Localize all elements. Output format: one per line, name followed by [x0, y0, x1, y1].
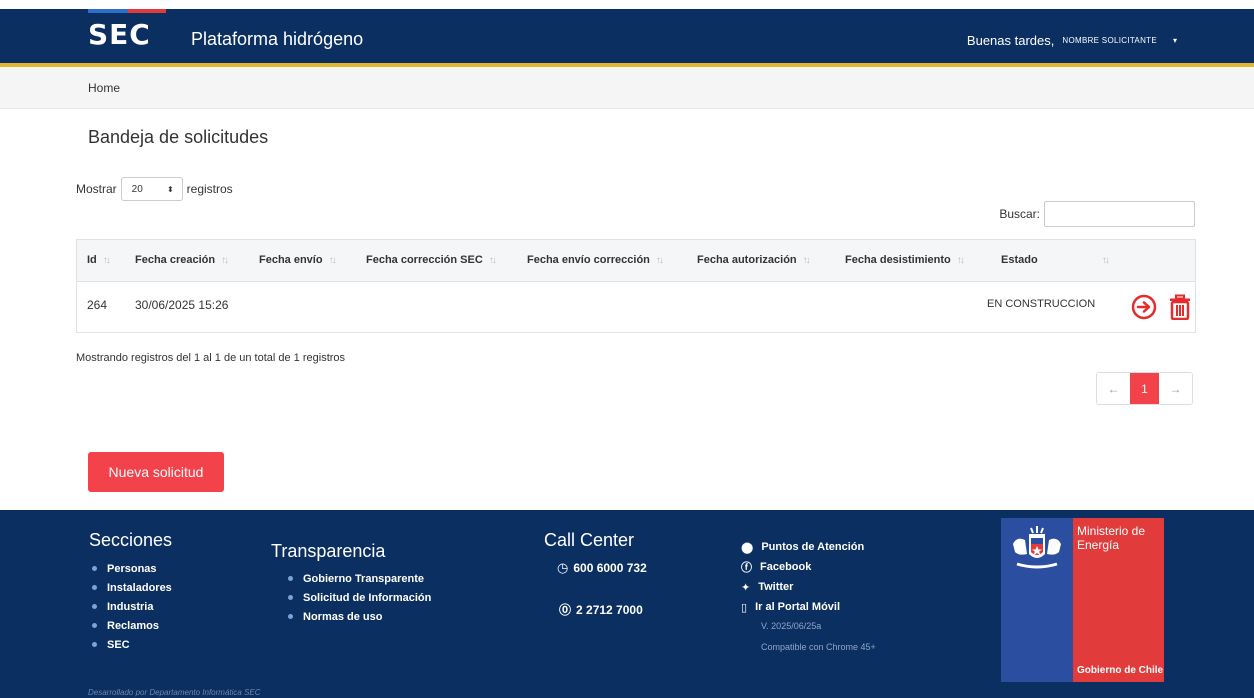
footer-link-portal-movil[interactable]: ▯ Ir al Portal Móvil	[741, 597, 864, 617]
caret-down-icon: ▾	[1172, 36, 1177, 45]
column-header-fecha-autorizacion[interactable]: Fecha autorización ↑↓	[697, 254, 811, 266]
footer-sections-list: Personas Instaladores Industria Reclamos…	[92, 559, 172, 654]
mobile-icon: ▯	[741, 601, 748, 614]
bullet-icon	[92, 604, 97, 609]
search-control: Buscar:	[999, 201, 1195, 227]
table-info: Mostrando registros del 1 al 1 de un tot…	[76, 352, 346, 364]
column-header-fecha-desistimiento[interactable]: Fecha desistimiento ↑↓	[845, 254, 965, 266]
sort-icon: ↑↓	[1101, 254, 1110, 266]
app-title: Plataforma hidrógeno	[191, 29, 364, 49]
footer-link-solicitud-informacion[interactable]: Solicitud de Información	[288, 588, 431, 607]
sort-icon: ↑↓	[328, 254, 337, 266]
column-header-fecha-envio-correccion[interactable]: Fecha envío corrección ↑↓	[527, 254, 664, 266]
bullet-icon	[92, 585, 97, 590]
breadcrumb: Home	[0, 67, 1254, 109]
footer-link-sec[interactable]: SEC	[92, 635, 172, 654]
table-row: 264 30/06/2025 15:26 EN CONSTRUCCION	[77, 282, 1195, 332]
arrow-circle-right-icon	[1131, 294, 1157, 320]
bullet-icon	[92, 642, 97, 647]
footer-link-twitter[interactable]: ✦ Twitter	[741, 577, 864, 597]
logo-text: SEC	[88, 18, 151, 51]
bullet-icon	[92, 623, 97, 628]
clock-icon: ◷	[557, 560, 569, 575]
sort-icon: ↑↓	[802, 254, 811, 266]
user-menu[interactable]: Buenas tardes, NOMBRE SOLICITANTE ▾	[967, 33, 1177, 48]
twitter-icon: ✦	[741, 581, 751, 594]
footer-sections-title: Secciones	[89, 530, 173, 550]
records-label: registros	[186, 182, 233, 196]
footer-transparency-title: Transparencia	[271, 541, 386, 561]
map-marker-icon: ⬤	[741, 541, 754, 554]
footer-link-facebook[interactable]: ⓕ Facebook	[741, 557, 864, 577]
cell-fecha-creacion: 30/06/2025 15:26	[135, 298, 229, 312]
page-length-value: 20	[131, 183, 143, 195]
cell-id: 264	[87, 298, 108, 312]
government-name: Gobierno de Chile	[1077, 665, 1164, 676]
facebook-icon: ⓕ	[741, 562, 752, 574]
greeting-text: Buenas tardes,	[966, 33, 1055, 48]
footer-link-reclamos[interactable]: Reclamos	[92, 616, 172, 635]
column-header-fecha-envio[interactable]: Fecha envío ↑↓	[259, 254, 337, 266]
sort-icon: ↑↓	[655, 254, 664, 266]
site-header: SEC Plataforma hidrógeno Buenas tardes, …	[0, 9, 1254, 63]
open-request-button[interactable]	[1131, 294, 1157, 320]
pagination-page-button[interactable]: 1	[1130, 373, 1159, 404]
table-header: Id ↑↓ Fecha creación ↑↓ Fecha envío ↑↓ Fech…	[77, 240, 1195, 282]
pagination-next-button[interactable]: →	[1159, 373, 1192, 404]
page-length-select[interactable]: 20 ⬍	[120, 177, 183, 201]
delete-request-button[interactable]	[1167, 294, 1193, 321]
footer-link-normas-uso[interactable]: Normas de uso	[288, 607, 431, 626]
sec-logo[interactable]: SEC	[88, 9, 168, 55]
footer-link-puntos-atencion[interactable]: ⬤ Puntos de Atención	[741, 537, 864, 557]
top-strip	[0, 0, 1254, 9]
column-header-estado[interactable]: Estado ↑↓	[1001, 254, 1110, 266]
column-header-id[interactable]: Id ↑↓	[87, 254, 111, 266]
footer-links: ⬤ Puntos de Atención ⓕ Facebook ✦ Twitter ▯…	[741, 537, 864, 617]
compat-text: Compatible con Chrome 45+	[761, 642, 876, 652]
cell-estado: EN CONSTRUCCION	[987, 298, 1096, 310]
ministry-name: Ministerio de Energía	[1077, 524, 1146, 552]
requests-table: Id ↑↓ Fecha creación ↑↓ Fecha envío ↑↓ Fech…	[76, 239, 1196, 333]
page-length-control: Mostrar 20 ⬍ registros	[76, 177, 233, 201]
column-header-fecha-correccion-sec[interactable]: Fecha corrección SEC ↑↓	[366, 254, 497, 266]
footer-link-industria[interactable]: Industria	[92, 597, 172, 616]
user-name: NOMBRE SOLICITANTE	[1062, 36, 1157, 45]
bullet-icon	[92, 566, 97, 571]
trash-icon	[1170, 294, 1190, 321]
bullet-icon	[288, 595, 293, 600]
page-title: Bandeja de solicitudes	[88, 127, 269, 147]
column-header-fecha-creacion[interactable]: Fecha creación ↑↓	[135, 254, 229, 266]
sort-icon: ↑↓	[956, 254, 965, 266]
logo-stripe-blue	[88, 9, 128, 13]
bullet-icon	[288, 576, 293, 581]
footer-link-gobierno-transparente[interactable]: Gobierno Transparente	[288, 569, 431, 588]
sort-icon: ↑↓	[102, 254, 111, 266]
footer-link-personas[interactable]: Personas	[92, 559, 172, 578]
phone-primary[interactable]: ◷ 600 6000 732	[557, 560, 647, 576]
version-text: V. 2025/06/25a	[761, 621, 822, 631]
coat-of-arms-icon	[1013, 526, 1061, 569]
show-label: Mostrar	[76, 182, 117, 196]
new-request-button[interactable]: Nueva solicitud	[88, 452, 224, 492]
select-arrows-icon: ⬍	[166, 184, 174, 194]
footer-callcenter-title: Call Center	[544, 530, 635, 550]
developer-credit: Desarrollado por Departamento Informátic…	[88, 688, 261, 697]
site-footer: Secciones Personas Instaladores Industri…	[0, 510, 1254, 698]
search-input[interactable]	[1044, 201, 1195, 227]
phone-secondary[interactable]: ⓪ 2 2712 7000	[559, 601, 643, 618]
pagination-prev-button[interactable]: ←	[1097, 373, 1130, 404]
logo-stripe-red	[128, 9, 166, 13]
footer-link-instaladores[interactable]: Instaladores	[92, 578, 172, 597]
bullet-icon	[288, 614, 293, 619]
search-label: Buscar:	[999, 207, 1040, 221]
sort-icon: ↑↓	[221, 254, 229, 266]
gobierno-logo[interactable]: Ministerio de Energía Gobierno de Chile	[1001, 518, 1164, 682]
footer-transparency-list: Gobierno Transparente Solicitud de Infor…	[288, 569, 431, 626]
pagination: ← 1 →	[1096, 372, 1193, 405]
breadcrumb-home[interactable]: Home	[88, 81, 120, 95]
phone-icon: ⓪	[559, 603, 572, 617]
sort-icon: ↑↓	[488, 254, 497, 266]
